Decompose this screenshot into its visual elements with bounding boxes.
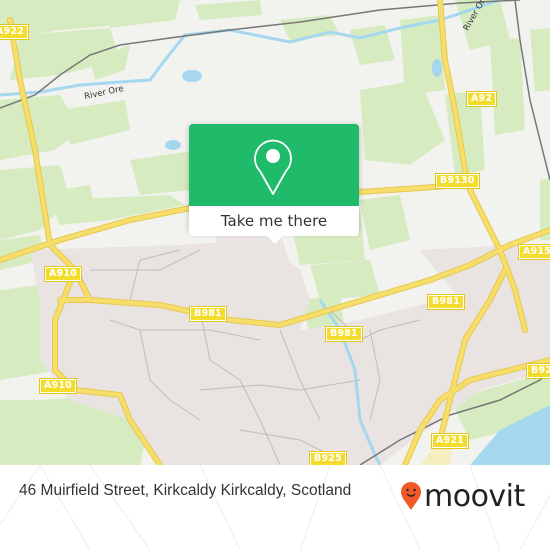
map-pin-icon [254, 139, 292, 195]
road-label-b925: B925 [309, 451, 347, 465]
road-label-b981-right: B981 [427, 294, 465, 310]
moovit-logo[interactable]: moovit [400, 476, 525, 516]
road-label-b92x: B92 [525, 363, 550, 379]
address-text: 46 Muirfield Street, Kirkcaldy Kirkcaldy… [19, 482, 352, 499]
take-me-there-button[interactable]: Take me there [189, 206, 359, 236]
popup-pointer [267, 236, 283, 244]
location-popup: Take me there [189, 124, 359, 244]
road-label-a92: A92 [465, 91, 498, 107]
road-label-a910-upper: A910 [44, 266, 82, 282]
road-label-a910-lower: A910 [39, 378, 77, 394]
moovit-wordmark: moovit [424, 478, 525, 514]
moovit-pin-icon [401, 482, 421, 510]
road-label-a921: A921 [431, 433, 469, 449]
road-label-a922: A922 [0, 24, 29, 40]
map[interactable]: River Ore River Ore A922 A92 B9130 A915 … [0, 0, 550, 465]
road-label-a915: A915 [518, 244, 550, 260]
road-label-b9130: B9130 [435, 173, 480, 189]
road-label-b981-left: B981 [189, 306, 227, 322]
popup-header [189, 124, 359, 206]
road-label-b981-mid: B981 [325, 326, 363, 342]
